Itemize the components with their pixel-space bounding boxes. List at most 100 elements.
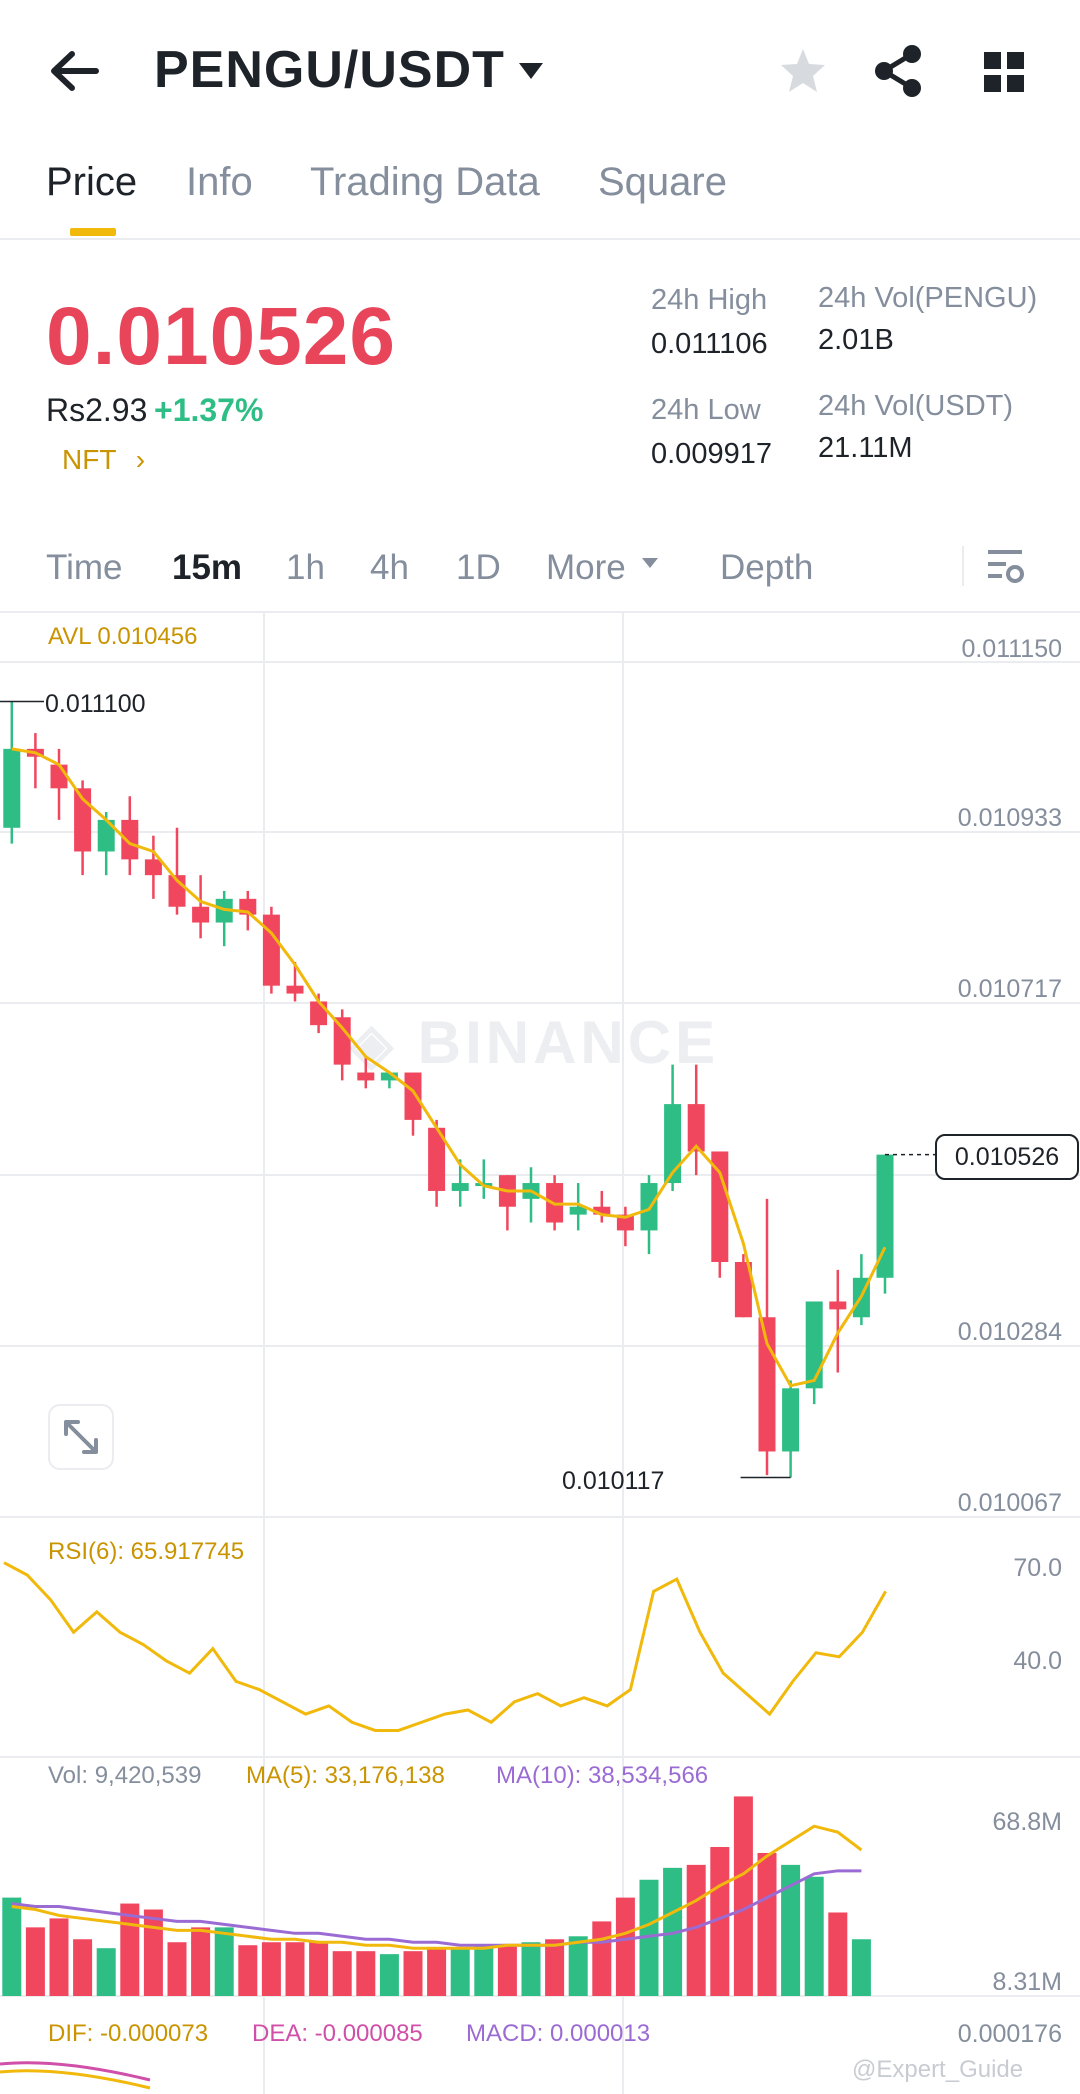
low-value: 0.009917 (651, 438, 772, 470)
candle-body (357, 1072, 375, 1081)
vol-base-label: 24h Vol(PENGU) (818, 282, 1038, 314)
volume-bar (521, 1942, 541, 1996)
volume-bar (757, 1852, 777, 1996)
dea-label: DEA: -0.000085 (252, 2020, 423, 2047)
volume-bar (592, 1921, 612, 1996)
volume-bar (332, 1951, 352, 1996)
volume-bar (615, 1897, 635, 1996)
candle-body (3, 748, 21, 828)
volume-bar (285, 1942, 305, 1996)
candle-body (404, 1072, 422, 1120)
arrow-left-icon (51, 51, 99, 91)
volume-bar (568, 1936, 588, 1996)
macd-axis: 0.000176 (957, 2020, 1062, 2048)
candle-body (829, 1301, 847, 1310)
avl-label: AVL 0.010456 (48, 623, 198, 650)
tf-4h[interactable]: 4h (370, 548, 409, 588)
pair-title[interactable]: PENGU/USDT (154, 40, 505, 100)
tf-1d[interactable]: 1D (456, 548, 501, 588)
volume-bar (96, 1948, 116, 1996)
candle-body (144, 859, 162, 876)
ma5-label: MA(5): 33,176,138 (246, 1762, 445, 1789)
rsi-label: RSI(6): 65.917745 (48, 1538, 245, 1565)
candle-body (333, 1017, 351, 1065)
chart-settings-icon[interactable] (986, 546, 1026, 591)
volume-label: Vol: 9,420,539 (48, 1762, 202, 1789)
tab-price[interactable]: Price (46, 160, 137, 205)
dif-label: DIF: -0.000073 (48, 2020, 209, 2047)
vol-quote-label: 24h Vol(USDT) (818, 390, 1014, 422)
tab-info[interactable]: Info (186, 160, 253, 205)
tf-more[interactable]: More (546, 548, 626, 588)
tab-square[interactable]: Square (598, 160, 727, 205)
rsi-axis-70: 70.0 (1013, 1554, 1062, 1582)
price-axis-1: 0.010933 (957, 804, 1062, 832)
volume-bar (191, 1927, 211, 1996)
volume-bar (309, 1942, 329, 1996)
image-credit: @Expert_Guide (852, 2056, 1024, 2083)
chevron-right-icon: › (135, 444, 146, 475)
vol-base-value: 2.01B (818, 324, 894, 356)
fullscreen-button[interactable] (48, 1404, 114, 1470)
tf-15m[interactable]: 15m (172, 548, 242, 588)
rsi-axis-40: 40.0 (1013, 1647, 1062, 1675)
macd-label: MACD: 0.000013 (466, 2020, 651, 2047)
volume-bar (828, 1912, 848, 1996)
price-axis-2: 0.010717 (957, 975, 1062, 1003)
last-price: 0.010526 (46, 291, 397, 382)
tf-1h[interactable]: 1h (286, 548, 325, 588)
volume-bar (25, 1927, 45, 1996)
share-icon[interactable] (872, 44, 924, 103)
candle-body (262, 914, 280, 986)
volume-bar (238, 1945, 258, 1996)
fiat-price: Rs2.93 (46, 392, 148, 428)
candle-body (451, 1183, 469, 1191)
back-button[interactable] (46, 46, 102, 96)
high-value: 0.011106 (651, 328, 768, 360)
volume-bar (450, 1948, 470, 1996)
volume-bar (73, 1939, 93, 1996)
grid-menu-icon[interactable] (982, 50, 1026, 99)
ma10-label: MA(10): 38,534,566 (496, 1762, 709, 1789)
tf-time[interactable]: Time (46, 548, 122, 588)
high-label: 24h High (651, 284, 768, 316)
tf-depth[interactable]: Depth (720, 548, 813, 588)
volume-bar (214, 1927, 234, 1996)
expand-icon (64, 1420, 98, 1454)
candle-body (286, 985, 304, 994)
candle-body (192, 906, 210, 923)
avl-line (11, 747, 887, 1388)
volume-bar (143, 1909, 163, 1996)
pair-dropdown-icon[interactable] (516, 60, 546, 87)
volume-bar (474, 1945, 494, 1996)
vol-quote-value: 21.11M (818, 432, 913, 464)
tf-divider (962, 546, 964, 586)
category-tag[interactable]: NFT › (62, 444, 145, 476)
volume-bar (545, 1939, 565, 1996)
volume-axis-high: 68.8M (992, 1808, 1062, 1836)
current-price-tag: 0.010526 (935, 1134, 1079, 1180)
volume-bar (851, 1939, 871, 1996)
candle-body (782, 1388, 800, 1452)
max-price-label: 0.011100 (45, 690, 146, 718)
low-label: 24h Low (651, 394, 761, 426)
price-axis-0: 0.011150 (961, 635, 1062, 663)
price-axis-4: 0.010067 (957, 1489, 1062, 1517)
volume-bar (804, 1876, 824, 1996)
volume-bar (2, 1897, 22, 1996)
candlestick-chart[interactable] (0, 612, 1080, 2094)
volume-axis-low: 8.31M (992, 1968, 1062, 1996)
price-axis-3: 0.010284 (957, 1318, 1062, 1346)
tabs-divider (0, 238, 1080, 240)
volume-bar (403, 1951, 423, 1996)
candle-body (310, 1001, 328, 1026)
candle-body (50, 764, 68, 789)
candle-body (805, 1301, 823, 1389)
tab-trading-data[interactable]: Trading Data (310, 160, 540, 205)
min-price-label: 0.010117 (562, 1467, 665, 1495)
price-change-percent: +1.37% (154, 392, 264, 428)
volume-bar (49, 1918, 69, 1996)
favorite-star-icon[interactable] (777, 46, 829, 101)
rsi-line (3, 1561, 887, 1732)
volume-bar (379, 1954, 399, 1996)
